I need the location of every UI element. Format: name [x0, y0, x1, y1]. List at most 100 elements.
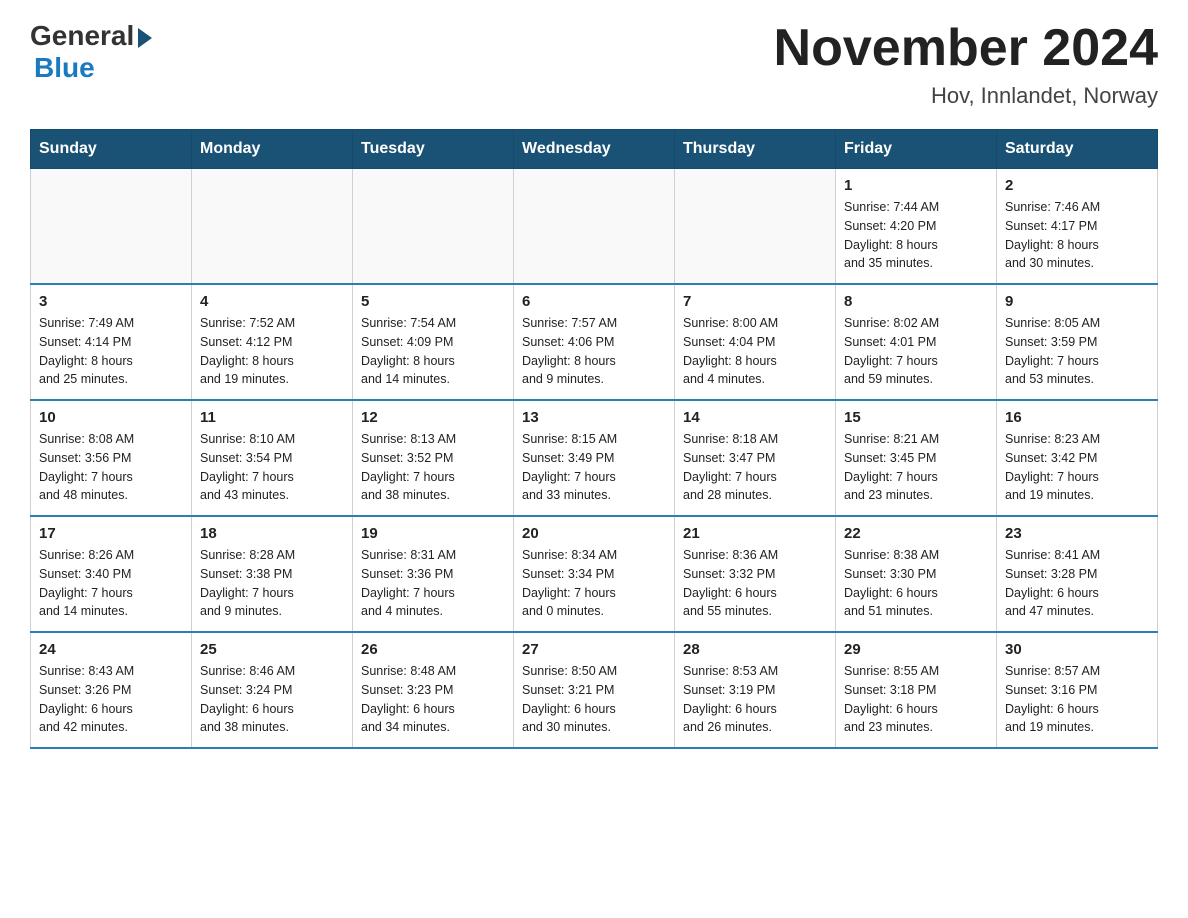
day-info: Sunrise: 8:15 AM Sunset: 3:49 PM Dayligh…	[522, 430, 666, 505]
day-number: 29	[844, 641, 988, 658]
day-info: Sunrise: 7:57 AM Sunset: 4:06 PM Dayligh…	[522, 314, 666, 389]
day-number: 6	[522, 293, 666, 310]
day-cell: 12 Sunrise: 8:13 AM Sunset: 3:52 PM Dayli…	[353, 400, 514, 516]
logo-arrow-icon	[138, 28, 152, 48]
day-cell: 19 Sunrise: 8:31 AM Sunset: 3:36 PM Dayli…	[353, 516, 514, 632]
day-cell: 26Sunrise: 8:48 AM Sunset: 3:23 PM Dayli…	[353, 632, 514, 748]
day-cell: 30 Sunrise: 8:57 AM Sunset: 3:16 PM Dayli…	[997, 632, 1158, 748]
day-cell: 20 Sunrise: 8:34 AM Sunset: 3:34 PM Dayli…	[514, 516, 675, 632]
calendar-header-row: SundayMondayTuesdayWednesdayThursdayFrid…	[31, 130, 1158, 169]
day-number: 22	[844, 525, 988, 542]
day-cell	[31, 169, 192, 285]
day-cell: 17 Sunrise: 8:26 AM Sunset: 3:40 PM Dayli…	[31, 516, 192, 632]
week-row-3: 10 Sunrise: 8:08 AM Sunset: 3:56 PM Dayli…	[31, 400, 1158, 516]
day-number: 19	[361, 525, 505, 542]
day-cell	[514, 169, 675, 285]
day-number: 17	[39, 525, 183, 542]
day-info: Sunrise: 8:02 AM Sunset: 4:01 PM Dayligh…	[844, 314, 988, 389]
day-number: 20	[522, 525, 666, 542]
day-cell: 25 Sunrise: 8:46 AM Sunset: 3:24 PM Dayli…	[192, 632, 353, 748]
day-cell: 3 Sunrise: 7:49 AM Sunset: 4:14 PM Daylig…	[31, 284, 192, 400]
logo-blue-text: Blue	[34, 52, 95, 84]
day-number: 21	[683, 525, 827, 542]
day-cell	[192, 169, 353, 285]
day-info: Sunrise: 8:08 AM Sunset: 3:56 PM Dayligh…	[39, 430, 183, 505]
week-row-4: 17 Sunrise: 8:26 AM Sunset: 3:40 PM Dayli…	[31, 516, 1158, 632]
header-friday: Friday	[836, 130, 997, 169]
title-area: November 2024 Hov, Innlandet, Norway	[774, 20, 1158, 109]
day-number: 5	[361, 293, 505, 310]
day-number: 14	[683, 409, 827, 426]
header-saturday: Saturday	[997, 130, 1158, 169]
day-number: 26	[361, 641, 505, 658]
day-info: Sunrise: 8:13 AM Sunset: 3:52 PM Dayligh…	[361, 430, 505, 505]
day-cell: 7Sunrise: 8:00 AM Sunset: 4:04 PM Daylig…	[675, 284, 836, 400]
day-cell: 4Sunrise: 7:52 AM Sunset: 4:12 PM Daylig…	[192, 284, 353, 400]
day-number: 25	[200, 641, 344, 658]
day-info: Sunrise: 8:53 AM Sunset: 3:19 PM Dayligh…	[683, 662, 827, 737]
day-cell: 21 Sunrise: 8:36 AM Sunset: 3:32 PM Dayli…	[675, 516, 836, 632]
day-cell: 24 Sunrise: 8:43 AM Sunset: 3:26 PM Dayli…	[31, 632, 192, 748]
day-info: Sunrise: 8:50 AM Sunset: 3:21 PM Dayligh…	[522, 662, 666, 737]
day-info: Sunrise: 8:34 AM Sunset: 3:34 PM Dayligh…	[522, 546, 666, 621]
logo-general-text: General	[30, 20, 134, 52]
day-number: 8	[844, 293, 988, 310]
day-number: 28	[683, 641, 827, 658]
day-cell: 22 Sunrise: 8:38 AM Sunset: 3:30 PM Dayli…	[836, 516, 997, 632]
day-info: Sunrise: 8:38 AM Sunset: 3:30 PM Dayligh…	[844, 546, 988, 621]
day-info: Sunrise: 7:52 AM Sunset: 4:12 PM Dayligh…	[200, 314, 344, 389]
week-row-1: 1Sunrise: 7:44 AM Sunset: 4:20 PM Daylig…	[31, 169, 1158, 285]
day-info: Sunrise: 8:55 AM Sunset: 3:18 PM Dayligh…	[844, 662, 988, 737]
day-cell: 23Sunrise: 8:41 AM Sunset: 3:28 PM Dayli…	[997, 516, 1158, 632]
week-row-5: 24 Sunrise: 8:43 AM Sunset: 3:26 PM Dayli…	[31, 632, 1158, 748]
calendar-table: SundayMondayTuesdayWednesdayThursdayFrid…	[30, 129, 1158, 749]
day-info: Sunrise: 8:18 AM Sunset: 3:47 PM Dayligh…	[683, 430, 827, 505]
day-number: 24	[39, 641, 183, 658]
header-thursday: Thursday	[675, 130, 836, 169]
day-info: Sunrise: 7:54 AM Sunset: 4:09 PM Dayligh…	[361, 314, 505, 389]
day-cell: 6 Sunrise: 7:57 AM Sunset: 4:06 PM Daylig…	[514, 284, 675, 400]
day-number: 3	[39, 293, 183, 310]
day-number: 9	[1005, 293, 1149, 310]
day-cell: 1Sunrise: 7:44 AM Sunset: 4:20 PM Daylig…	[836, 169, 997, 285]
logo: General Blue	[30, 20, 152, 84]
day-info: Sunrise: 8:43 AM Sunset: 3:26 PM Dayligh…	[39, 662, 183, 737]
page-header: General Blue November 2024 Hov, Innlande…	[30, 20, 1158, 109]
day-info: Sunrise: 8:26 AM Sunset: 3:40 PM Dayligh…	[39, 546, 183, 621]
day-info: Sunrise: 8:46 AM Sunset: 3:24 PM Dayligh…	[200, 662, 344, 737]
header-wednesday: Wednesday	[514, 130, 675, 169]
day-info: Sunrise: 8:05 AM Sunset: 3:59 PM Dayligh…	[1005, 314, 1149, 389]
day-cell: 14 Sunrise: 8:18 AM Sunset: 3:47 PM Dayli…	[675, 400, 836, 516]
day-info: Sunrise: 8:36 AM Sunset: 3:32 PM Dayligh…	[683, 546, 827, 621]
day-cell: 8 Sunrise: 8:02 AM Sunset: 4:01 PM Daylig…	[836, 284, 997, 400]
day-cell	[353, 169, 514, 285]
day-cell	[675, 169, 836, 285]
day-cell: 5 Sunrise: 7:54 AM Sunset: 4:09 PM Daylig…	[353, 284, 514, 400]
day-info: Sunrise: 8:31 AM Sunset: 3:36 PM Dayligh…	[361, 546, 505, 621]
header-sunday: Sunday	[31, 130, 192, 169]
day-cell: 28 Sunrise: 8:53 AM Sunset: 3:19 PM Dayli…	[675, 632, 836, 748]
day-cell: 18Sunrise: 8:28 AM Sunset: 3:38 PM Dayli…	[192, 516, 353, 632]
day-info: Sunrise: 8:57 AM Sunset: 3:16 PM Dayligh…	[1005, 662, 1149, 737]
day-info: Sunrise: 7:46 AM Sunset: 4:17 PM Dayligh…	[1005, 198, 1149, 273]
week-row-2: 3 Sunrise: 7:49 AM Sunset: 4:14 PM Daylig…	[31, 284, 1158, 400]
day-number: 11	[200, 409, 344, 426]
day-number: 13	[522, 409, 666, 426]
day-number: 27	[522, 641, 666, 658]
day-info: Sunrise: 8:21 AM Sunset: 3:45 PM Dayligh…	[844, 430, 988, 505]
day-cell: 16Sunrise: 8:23 AM Sunset: 3:42 PM Dayli…	[997, 400, 1158, 516]
day-number: 10	[39, 409, 183, 426]
header-monday: Monday	[192, 130, 353, 169]
day-number: 18	[200, 525, 344, 542]
day-cell: 29 Sunrise: 8:55 AM Sunset: 3:18 PM Dayli…	[836, 632, 997, 748]
calendar-title: November 2024	[774, 20, 1158, 77]
header-tuesday: Tuesday	[353, 130, 514, 169]
day-number: 12	[361, 409, 505, 426]
day-number: 7	[683, 293, 827, 310]
day-number: 30	[1005, 641, 1149, 658]
day-number: 23	[1005, 525, 1149, 542]
day-cell: 27 Sunrise: 8:50 AM Sunset: 3:21 PM Dayli…	[514, 632, 675, 748]
day-number: 1	[844, 177, 988, 194]
day-cell: 10 Sunrise: 8:08 AM Sunset: 3:56 PM Dayli…	[31, 400, 192, 516]
day-info: Sunrise: 7:49 AM Sunset: 4:14 PM Dayligh…	[39, 314, 183, 389]
